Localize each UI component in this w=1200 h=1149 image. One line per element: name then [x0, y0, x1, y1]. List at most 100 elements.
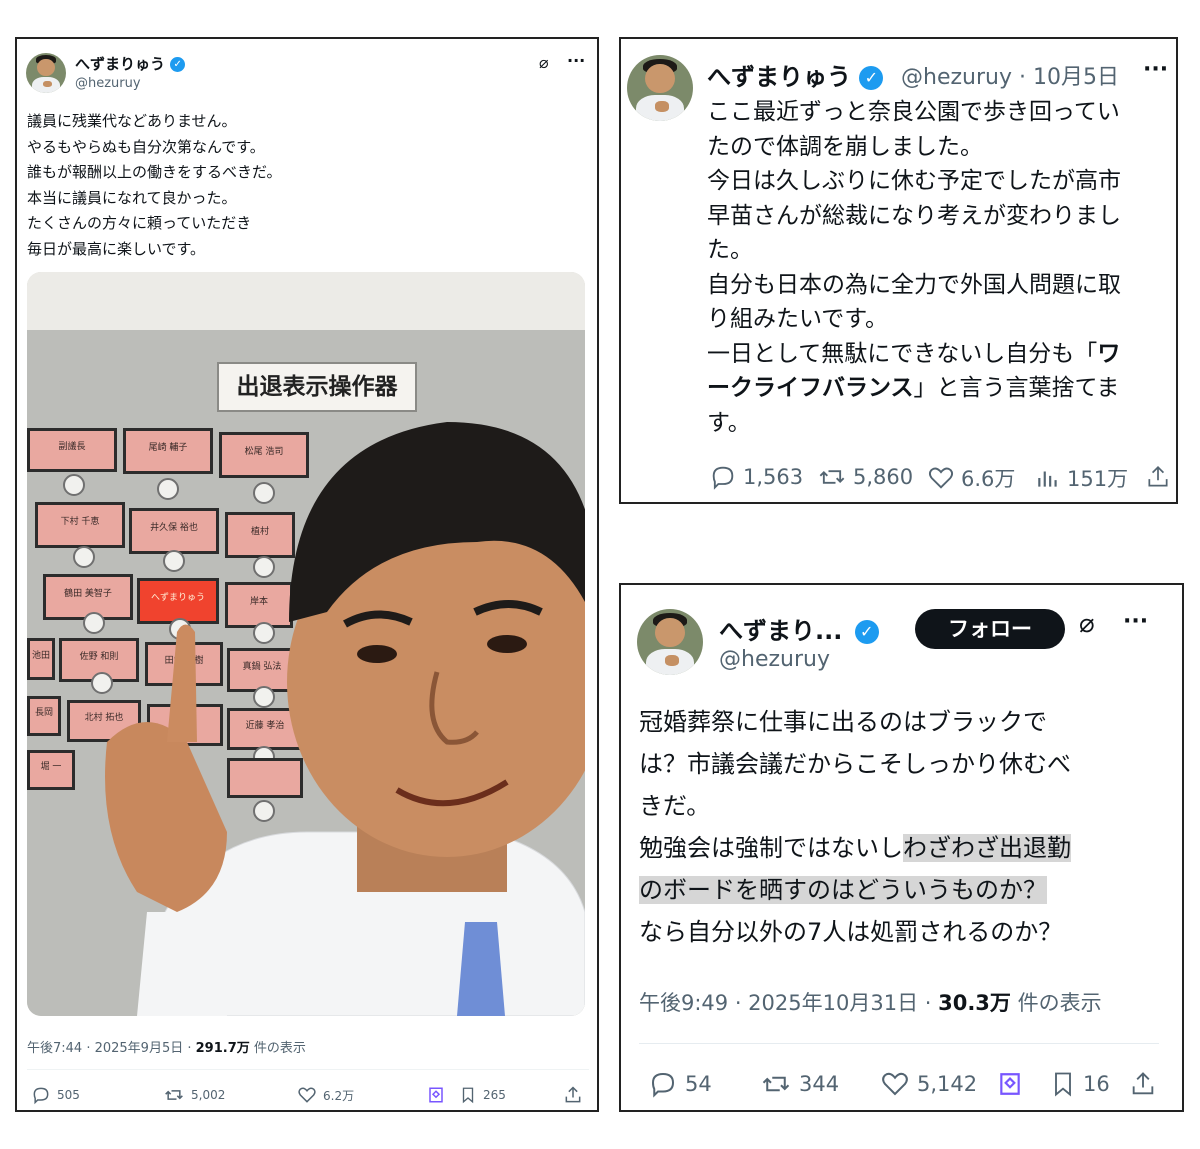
retweet-button[interactable]: 344	[759, 1069, 839, 1099]
grok-icon[interactable]: ⌀	[1079, 609, 1095, 639]
reply-count: 1,563	[743, 465, 804, 489]
text-line: 今日は久しぶりに休む予定でしたが高市	[707, 168, 1121, 194]
grok-analyze-icon	[429, 1087, 443, 1103]
author-name[interactable]: へずまりゅう ✓	[707, 57, 884, 92]
divider	[639, 1043, 1159, 1044]
text-line: ークライフバランス」と言う言葉捨てま	[707, 375, 1120, 401]
tweet-meta: 午後7:44 · 2025年9月5日 · 291.7万 件の表示	[27, 1037, 306, 1056]
bookmark-count: 16	[1083, 1072, 1110, 1096]
author-handle[interactable]: @hezuruy	[75, 76, 141, 91]
text-line: 毎日が最高に楽しいです。	[27, 239, 206, 258]
verified-badge-icon: ✓	[859, 66, 884, 90]
bookmark-count: 265	[483, 1088, 506, 1102]
grok-icon[interactable]: ⌀	[539, 53, 549, 72]
retweet-button[interactable]: 5,002	[163, 1085, 225, 1105]
like-button[interactable]: 6.6万	[927, 463, 1015, 493]
views-label: 件の表示	[249, 1041, 306, 1056]
heart-icon	[298, 1087, 316, 1103]
bookmark-button[interactable]: 265	[459, 1085, 506, 1105]
tweet-text: 冠婚葬祭に仕事に出るのはブラックで は？市議会議だからこそしっかり休むべ きだ。…	[639, 701, 1071, 953]
author-name[interactable]: へずまり... ✓	[719, 611, 879, 646]
share-button[interactable]	[1145, 463, 1177, 491]
avatar[interactable]	[26, 53, 66, 93]
text-line: 一日として無駄にできないし自分も「ワ	[707, 340, 1121, 367]
text-line: 自分も日本の為に全力で外国人問題に取	[707, 271, 1121, 298]
like-count: 6.2万	[323, 1088, 355, 1103]
share-icon	[1148, 466, 1168, 487]
verified-badge-icon: ✓	[170, 57, 186, 72]
reply-button[interactable]: 54	[647, 1069, 712, 1099]
like-button[interactable]: 6.2万	[297, 1085, 354, 1105]
author-name[interactable]: へずまりゅう ✓	[75, 53, 186, 74]
retweet-button[interactable]: 5,860	[817, 463, 913, 491]
tweet-photo[interactable]: 出退表示操作器 副議長 尾崎 輔子 松尾 浩司 下村 千恵 井久保 裕也 植村 …	[27, 272, 585, 1016]
retweet-icon	[819, 470, 845, 484]
tweet-meta: 午後9:49 · 2025年10月31日 · 30.3万 件の表示	[639, 987, 1102, 1017]
tweet-card-2: へずまりゅう ✓ @hezuruy · 10月5日 ··· ここ最近ずっと奈良公…	[619, 37, 1178, 504]
share-icon	[1132, 1072, 1154, 1095]
text-line: のボードを晒すのはどういうものか？	[639, 869, 1071, 911]
reply-count: 54	[685, 1072, 712, 1096]
avatar[interactable]	[637, 609, 703, 675]
text-line: 本当に議員になれて良かった。	[27, 188, 237, 207]
more-options-icon[interactable]: ···	[567, 51, 585, 70]
tweet-text: 議員に残業代などありません。 やるもやらぬも自分次第なんです。 誰もが報酬以上の…	[27, 109, 282, 262]
text-line: は？市議会議だからこそしっかり休むべ	[639, 750, 1071, 778]
timestamp: 午後7:44 · 2025年9月5日 ·	[27, 1041, 196, 1056]
tweet-date: · 10月5日	[1018, 65, 1119, 90]
more-options-icon[interactable]: ···	[1123, 609, 1148, 634]
like-button[interactable]: 5,142	[879, 1069, 977, 1099]
share-button[interactable]	[1129, 1069, 1163, 1099]
grok-analyze-icon	[1000, 1073, 1020, 1095]
text-line: 勉強会は強制ではないしわざわざ出退勤	[639, 834, 1071, 862]
heart-icon	[928, 467, 954, 489]
grok-analyze-button[interactable]	[997, 1069, 1029, 1099]
reply-button[interactable]: 505	[31, 1085, 80, 1105]
grok-analyze-button[interactable]	[427, 1085, 451, 1105]
avatar[interactable]	[627, 55, 693, 121]
verified-badge-icon: ✓	[854, 620, 879, 644]
views-button[interactable]: 151万	[1035, 463, 1128, 493]
view-count: 30.3万	[938, 991, 1011, 1015]
analytics-icon	[1038, 471, 1057, 487]
text-line: 早苗さんが総裁になり考えが変わりまし	[707, 202, 1121, 229]
follow-button[interactable]: フォロー	[915, 609, 1065, 649]
divider	[27, 1069, 589, 1070]
bookmark-icon	[1055, 1072, 1071, 1097]
text-line: なら自分以外の7人は処罰されるのか？	[639, 918, 1063, 946]
highlighted-text: わざわざ出退勤	[903, 834, 1071, 862]
reply-button[interactable]: 1,563	[709, 463, 803, 491]
reply-count: 505	[57, 1088, 80, 1102]
view-count: 291.7万	[195, 1041, 250, 1056]
more-options-icon[interactable]: ···	[1143, 57, 1168, 82]
bookmark-icon	[462, 1087, 474, 1104]
like-count: 6.6万	[961, 467, 1016, 491]
text-line: ここ最近ずっと奈良公園で歩き回ってい	[707, 99, 1120, 125]
author-handle[interactable]: @hezuruy	[719, 647, 830, 672]
author-handle[interactable]: @hezuruy · 10月5日	[901, 59, 1119, 91]
share-button[interactable]	[563, 1085, 589, 1105]
text-line: た。	[707, 237, 753, 263]
views-label: 件の表示	[1010, 991, 1102, 1015]
reply-icon	[712, 466, 734, 490]
retweet-icon	[165, 1090, 183, 1100]
view-count: 151万	[1067, 467, 1129, 491]
retweet-count: 5,002	[191, 1088, 226, 1102]
text-line: きだ。	[639, 792, 711, 820]
bookmark-button[interactable]: 16	[1049, 1069, 1110, 1099]
person-selfie	[105, 422, 585, 1016]
heart-icon	[882, 1072, 908, 1096]
text-line: たので体調を崩しました。	[707, 133, 983, 160]
tweet-card-1: へずまりゅう ✓ @hezuruy ⌀ ··· 議員に残業代などありません。 や…	[15, 37, 599, 1112]
highlighted-text: のボードを晒すのはどういうものか？	[639, 876, 1047, 904]
share-icon	[565, 1086, 581, 1103]
text-line: 冠婚葬祭に仕事に出るのはブラックで	[639, 708, 1047, 736]
text-line: 誰もが報酬以上の働きをするべきだ。	[27, 163, 282, 181]
reply-icon	[33, 1087, 49, 1105]
text-line: 議員に残業代などありません。	[27, 112, 237, 130]
like-count: 5,142	[917, 1072, 978, 1096]
text-line: やるもやらぬも自分次第なんです。	[27, 137, 265, 156]
tweet-text: ここ最近ずっと奈良公園で歩き回ってい たので体調を崩しました。 今日は久しぶりに…	[707, 95, 1121, 440]
retweet-count: 5,860	[853, 465, 914, 489]
text-line: たくさんの方々に頼っていただき	[27, 214, 252, 232]
